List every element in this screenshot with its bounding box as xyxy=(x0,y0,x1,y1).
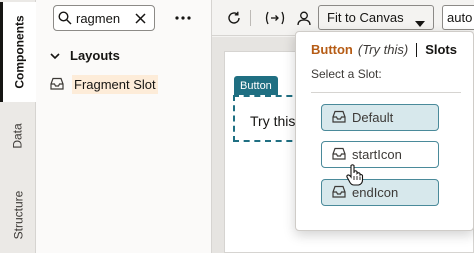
vertical-tab-bar: Components Data Structure xyxy=(0,0,36,253)
button-component-text: Try this xyxy=(250,113,296,129)
tab-components-label: Components xyxy=(12,15,27,89)
search-input[interactable]: ragmen xyxy=(53,5,155,31)
hand-pointer-cursor-icon xyxy=(346,164,364,189)
search-icon xyxy=(54,11,76,25)
size-input-value: auto xyxy=(447,10,473,25)
section-layouts[interactable]: Layouts xyxy=(50,48,120,63)
tab-data[interactable]: Data xyxy=(0,110,36,162)
component-item-label: Fragment Slot xyxy=(72,75,158,94)
components-panel: ragmen Layouts Fragment Slot xyxy=(36,0,212,253)
popup-slots-title: Slots xyxy=(425,42,457,57)
popup-title: Button (Try this) Slots xyxy=(311,42,457,57)
popup-component-sub: (Try this) xyxy=(357,42,409,57)
title-divider xyxy=(416,42,418,57)
tab-structure-label: Structure xyxy=(11,190,25,240)
tab-components[interactable]: Components xyxy=(0,2,36,102)
toolbar-divider xyxy=(250,10,251,26)
tab-data-label: Data xyxy=(10,123,25,149)
component-item-fragment-slot[interactable]: Fragment Slot xyxy=(50,75,158,94)
section-layouts-label: Layouts xyxy=(70,48,120,63)
slot-button-endicon[interactable]: endIcon xyxy=(321,179,439,206)
clear-search-icon[interactable] xyxy=(132,12,148,24)
refresh-icon[interactable] xyxy=(224,8,244,28)
fit-to-canvas-select[interactable]: Fit to Canvas xyxy=(318,5,434,30)
inbox-slot-icon xyxy=(332,185,346,201)
caret-down-icon xyxy=(415,15,425,30)
slot-selection-popup: Button (Try this) Slots Select a Slot: D… xyxy=(295,31,474,231)
search-value: ragmen xyxy=(76,10,121,26)
user-icon[interactable] xyxy=(294,8,314,28)
selected-button-component[interactable]: Try this xyxy=(233,95,303,142)
slot-label: startIcon xyxy=(352,147,402,162)
inbox-slot-icon xyxy=(50,77,64,93)
tab-structure[interactable]: Structure xyxy=(0,180,36,250)
slot-label: Default xyxy=(352,110,394,125)
inbox-slot-icon xyxy=(332,147,346,163)
inbox-slot-icon xyxy=(332,110,346,126)
component-badge[interactable]: Button xyxy=(234,76,278,96)
popup-divider xyxy=(311,92,461,93)
slot-button-starticon[interactable]: startIcon xyxy=(321,141,439,168)
chevron-down-icon xyxy=(50,48,60,63)
more-options-icon[interactable] xyxy=(172,8,194,28)
fit-select-value: Fit to Canvas xyxy=(327,10,404,25)
code-toggle-icon[interactable] xyxy=(263,8,287,28)
popup-component-name: Button xyxy=(311,42,353,57)
slot-button-default[interactable]: Default xyxy=(321,104,439,131)
size-input[interactable]: auto xyxy=(442,5,474,30)
popup-prompt: Select a Slot: xyxy=(311,67,382,81)
